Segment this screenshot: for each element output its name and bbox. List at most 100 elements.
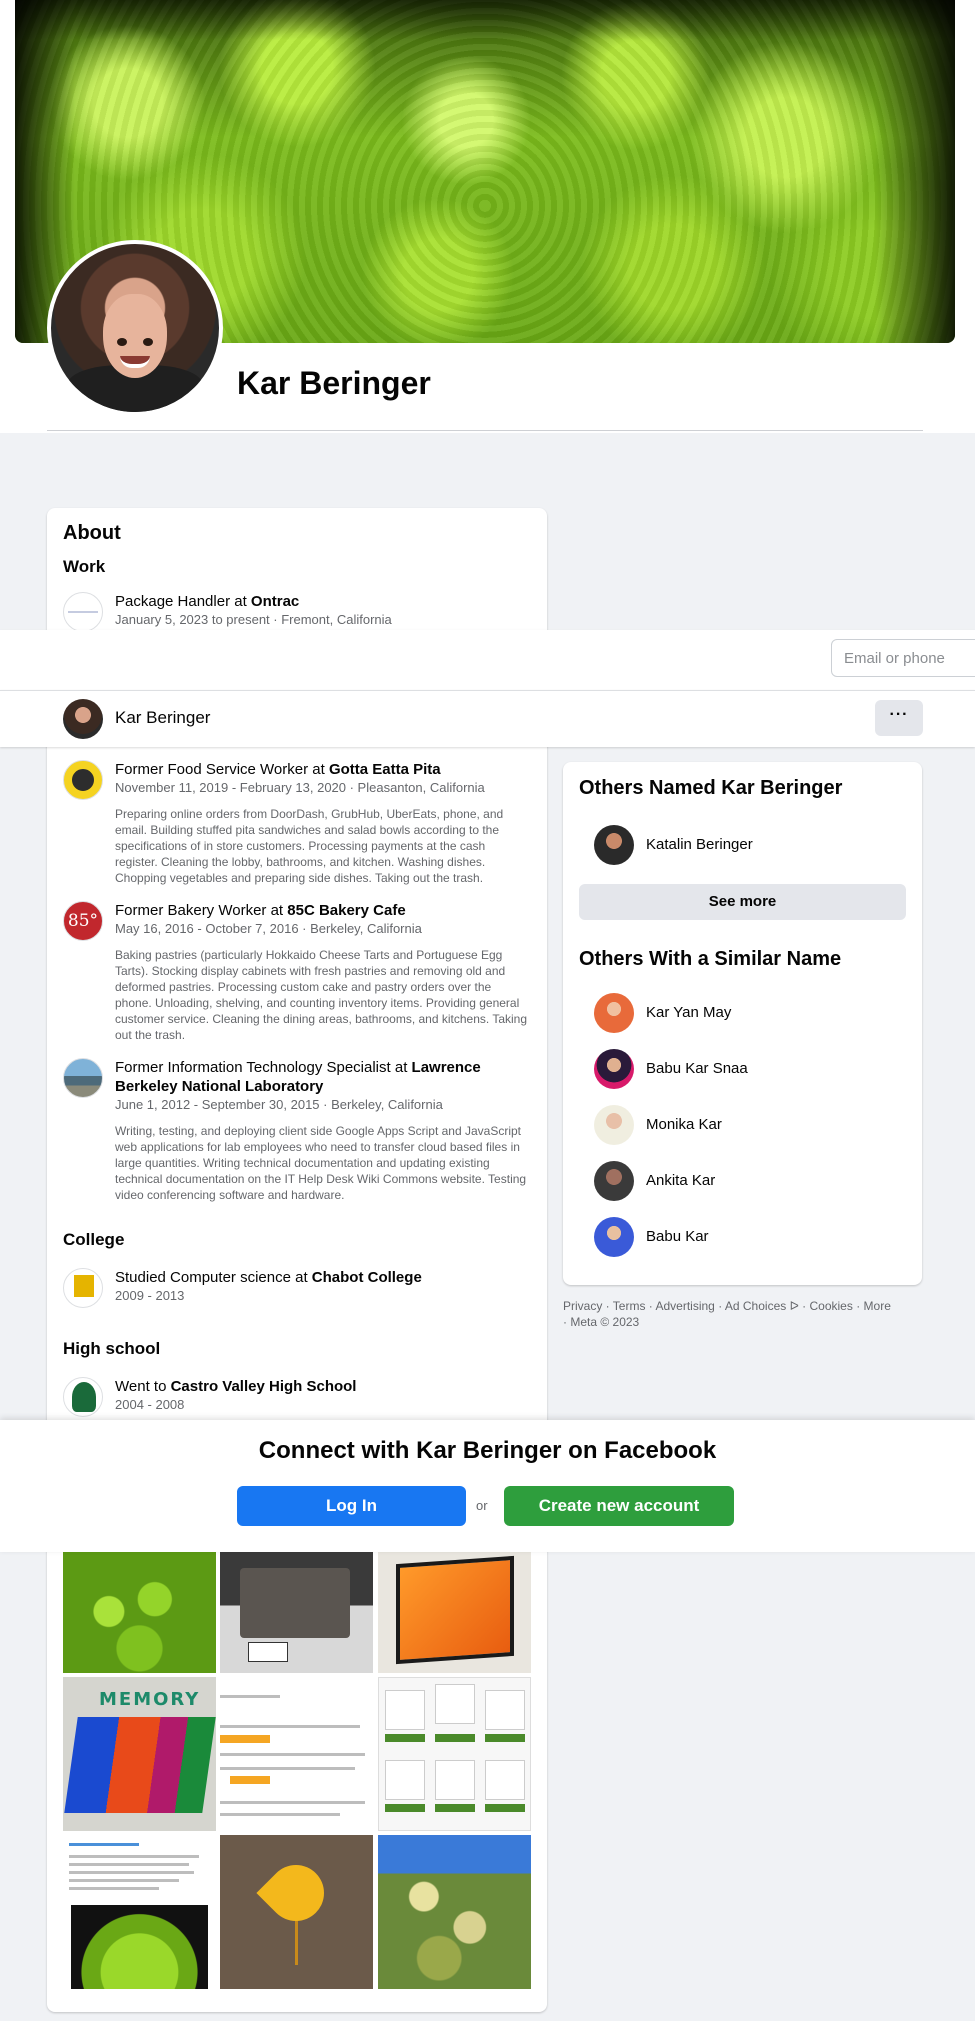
photo-detail <box>71 1905 208 1989</box>
footer-link-privacy[interactable]: Privacy <box>563 1299 602 1313</box>
work-role: Former Food Service Worker at <box>115 761 329 778</box>
photo-detail <box>69 1843 139 1846</box>
person-link[interactable]: Monika Kar <box>594 1105 894 1145</box>
person-name[interactable]: Monika Kar <box>646 1116 722 1133</box>
highschool-heading: High school <box>63 1339 161 1358</box>
photo-detail <box>220 1801 365 1804</box>
avatar[interactable] <box>63 699 103 739</box>
person-name[interactable]: Ankita Kar <box>646 1172 715 1189</box>
profile-name: Kar Beringer <box>237 365 431 401</box>
see-more-button[interactable]: See more <box>579 884 906 920</box>
school-link[interactable]: Castro Valley High School <box>171 1378 357 1395</box>
work-title: Former Bakery Worker at 85C Bakery Cafe <box>115 901 527 920</box>
footer: Privacy · Terms · Advertising · Ad Choic… <box>563 1299 891 1329</box>
work-heading: Work <box>63 557 106 576</box>
photo-detail <box>435 1684 475 1724</box>
others-named-heading: Others Named Kar Beringer <box>579 777 843 799</box>
work-meta: November 11, 2019 - February 13, 2020 · … <box>115 780 485 795</box>
profile-picture[interactable] <box>47 240 223 416</box>
profile-picture-detail <box>143 338 153 347</box>
avatar[interactable] <box>594 1049 634 1089</box>
ad-choices-icon: ᐅ <box>789 1299 799 1313</box>
castro-valley-logo-icon[interactable] <box>63 1377 103 1417</box>
photo-thumbnail[interactable] <box>378 1677 531 1831</box>
photo-detail <box>485 1690 525 1730</box>
photo-caption-art: MEMORY <box>99 1689 201 1710</box>
ontrac-logo-icon[interactable] <box>63 592 103 632</box>
footer-link-cookies[interactable]: Cookies <box>810 1299 853 1313</box>
work-description: Writing, testing, and deploying client s… <box>115 1124 527 1202</box>
avatar[interactable] <box>594 1217 634 1257</box>
photo-detail <box>69 1879 179 1882</box>
person-link[interactable]: Babu Kar Snaa <box>594 1049 894 1089</box>
footer-link-more[interactable]: More <box>864 1299 891 1313</box>
photo-detail <box>64 1717 216 1813</box>
avatar[interactable] <box>594 825 634 865</box>
person-link[interactable]: Kar Yan May <box>594 993 894 1033</box>
photo-detail <box>248 1642 288 1662</box>
similar-name-heading: Others With a Similar Name <box>579 948 842 970</box>
work-role: Former Information Technology Specialist… <box>115 1059 412 1076</box>
photo-detail <box>485 1760 525 1800</box>
photo-detail <box>256 1853 336 1933</box>
photo-detail <box>485 1804 525 1812</box>
person-name[interactable]: Katalin Beringer <box>646 836 753 853</box>
photo-thumbnail[interactable] <box>378 1550 531 1673</box>
photo-detail <box>385 1690 425 1730</box>
work-description: Baking pastries (particularly Hokkaido C… <box>115 948 528 1042</box>
name-bar-name[interactable]: Kar Beringer <box>115 708 210 728</box>
highschool-title: Went to Castro Valley High School <box>115 1377 527 1396</box>
or-separator: or <box>476 1498 488 1513</box>
college-prefix: Studied Computer science at <box>115 1269 312 1286</box>
work-title: Package Handler at Ontrac <box>115 592 527 611</box>
profile-name-bar: Kar Beringer ··· <box>0 690 975 747</box>
employer-link[interactable]: Gotta Eatta Pita <box>329 761 441 778</box>
person-name[interactable]: Babu Kar Snaa <box>646 1060 748 1077</box>
avatar[interactable] <box>594 1161 634 1201</box>
photo-thumbnail[interactable] <box>220 1835 373 1989</box>
others-named-card: Others Named Kar Beringer Katalin Bering… <box>563 762 922 1285</box>
cover-shade <box>875 0 955 343</box>
login-button[interactable]: Log In <box>237 1486 466 1526</box>
photo-thumbnail[interactable] <box>63 1835 216 1989</box>
photo-thumbnail[interactable] <box>63 1550 216 1673</box>
85c-bakery-logo-icon[interactable]: 85° <box>63 901 103 941</box>
footer-link-advertising[interactable]: Advertising <box>655 1299 714 1313</box>
more-options-button[interactable]: ··· <box>875 700 923 736</box>
person-link[interactable]: Babu Kar <box>594 1217 894 1257</box>
photo-detail <box>295 1915 298 1965</box>
lbnl-logo-icon[interactable] <box>63 1058 103 1098</box>
employer-link[interactable]: 85C Bakery Cafe <box>287 902 405 919</box>
gotta-eatta-pita-logo-icon[interactable] <box>63 760 103 800</box>
school-link[interactable]: Chabot College <box>312 1269 422 1286</box>
work-title: Former Food Service Worker at Gotta Eatt… <box>115 760 527 779</box>
photo-thumbnail[interactable] <box>220 1677 373 1831</box>
person-link[interactable]: Ankita Kar <box>594 1161 894 1201</box>
photo-detail <box>220 1725 360 1728</box>
person-name[interactable]: Babu Kar <box>646 1228 709 1245</box>
photo-detail <box>385 1804 425 1812</box>
employer-link[interactable]: Ontrac <box>251 593 299 610</box>
photo-detail <box>69 1863 189 1866</box>
login-bar <box>0 630 975 690</box>
logo-detail <box>70 767 96 793</box>
avatar[interactable] <box>594 1105 634 1145</box>
photo-detail <box>69 1855 199 1858</box>
photo-detail <box>220 1813 340 1816</box>
person-name[interactable]: Kar Yan May <box>646 1004 731 1021</box>
connect-banner: Connect with Kar Beringer on Facebook Lo… <box>0 1420 975 1552</box>
chabot-college-logo-icon[interactable] <box>63 1268 103 1308</box>
email-input[interactable] <box>831 639 975 677</box>
profile-picture-detail <box>120 356 150 369</box>
footer-link-terms[interactable]: Terms <box>613 1299 646 1313</box>
footer-link-ad-choices[interactable]: Ad Choices <box>725 1299 786 1313</box>
work-meta: June 1, 2012 - September 30, 2015 · Berk… <box>115 1097 443 1112</box>
college-heading: College <box>63 1230 125 1249</box>
photo-detail <box>220 1753 365 1756</box>
person-link[interactable]: Katalin Beringer <box>594 825 894 865</box>
photo-thumbnail[interactable] <box>220 1550 373 1673</box>
avatar[interactable] <box>594 993 634 1033</box>
create-account-button[interactable]: Create new account <box>504 1486 734 1526</box>
photo-thumbnail[interactable] <box>378 1835 531 1989</box>
photo-thumbnail[interactable]: MEMORY <box>63 1677 216 1831</box>
